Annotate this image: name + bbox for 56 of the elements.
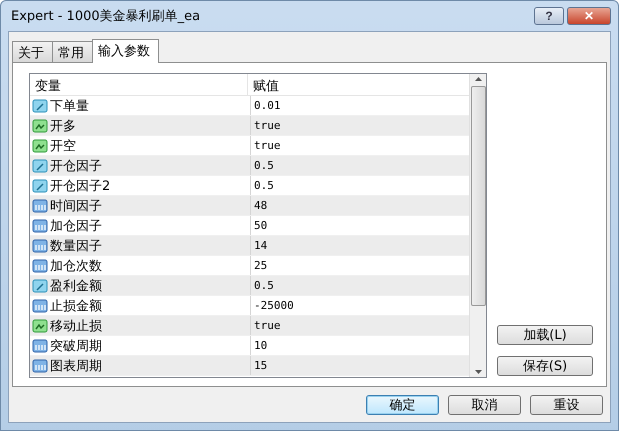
number-icon [32,218,48,234]
parameter-name[interactable]: 图表周期 [30,356,251,375]
parameter-name[interactable]: 加仓因子 [30,216,251,235]
parameter-name[interactable]: 开仓因子2 [30,176,251,195]
dialog-button[interactable]: 确定 [366,394,439,414]
parameter-name[interactable]: 时间因子 [30,196,251,215]
switch-icon [32,138,48,154]
parameter-name[interactable]: 开仓因子 [30,156,251,175]
parameter-name[interactable]: 开空 [30,136,251,155]
parameter-name[interactable]: 开多 [30,116,251,135]
dialog-button[interactable]: 重设 [530,394,603,414]
parameter-value[interactable]: 10 [251,336,469,355]
parameter-name[interactable]: 移动止损 [30,316,251,335]
tab[interactable]: 输入参数 [92,39,159,63]
column-header[interactable]: 变量 [30,74,248,95]
parameter-name[interactable]: 突破周期 [30,336,251,355]
number-icon [32,338,48,354]
tab[interactable]: 常用 [52,41,93,62]
fraction-icon [32,98,48,114]
dialog-button[interactable]: 取消 [448,394,521,414]
scroll-thumb[interactable] [470,86,486,306]
side-button[interactable]: 加载(L) [497,325,593,345]
parameter-value[interactable]: 0.01 [251,96,469,115]
parameter-name[interactable]: 盈利金额 [30,276,251,295]
parameter-value[interactable]: true [251,316,469,335]
side-button[interactable]: 保存(S) [497,356,593,376]
switch-icon [32,318,48,334]
parameter-value[interactable]: 0.5 [251,156,469,175]
scrollbar[interactable] [469,74,486,377]
fraction-icon [32,178,48,194]
help-button[interactable]: ? [534,7,564,25]
parameter-value[interactable]: true [251,136,469,155]
window-title: Expert - 1000美金暴利刷单_ea [10,8,200,25]
parameter-value[interactable]: 50 [251,216,469,235]
column-header[interactable]: 赋值 [248,74,469,95]
parameter-name[interactable]: 下单量 [30,96,251,115]
parameter-value[interactable]: 25 [251,256,469,275]
fraction-icon [32,278,48,294]
switch-icon [32,118,48,134]
number-icon [32,258,48,274]
tab[interactable]: 关于 [12,41,53,62]
number-icon [32,238,48,254]
number-icon [32,198,48,214]
parameter-name[interactable]: 止损金额 [30,296,251,315]
fraction-icon [32,158,48,174]
parameter-value[interactable]: 0.5 [251,276,469,295]
parameter-value[interactable]: 0.5 [251,176,469,195]
parameter-value[interactable]: -25000 [251,296,469,315]
parameter-name[interactable]: 数量因子 [30,236,251,255]
parameter-name[interactable]: 加仓次数 [30,256,251,275]
number-icon [32,298,48,314]
parameter-value[interactable]: 14 [251,236,469,255]
parameter-value[interactable]: 15 [251,356,469,375]
parameter-value[interactable]: true [251,116,469,135]
number-icon [32,358,48,374]
parameter-value[interactable]: 48 [251,196,469,215]
